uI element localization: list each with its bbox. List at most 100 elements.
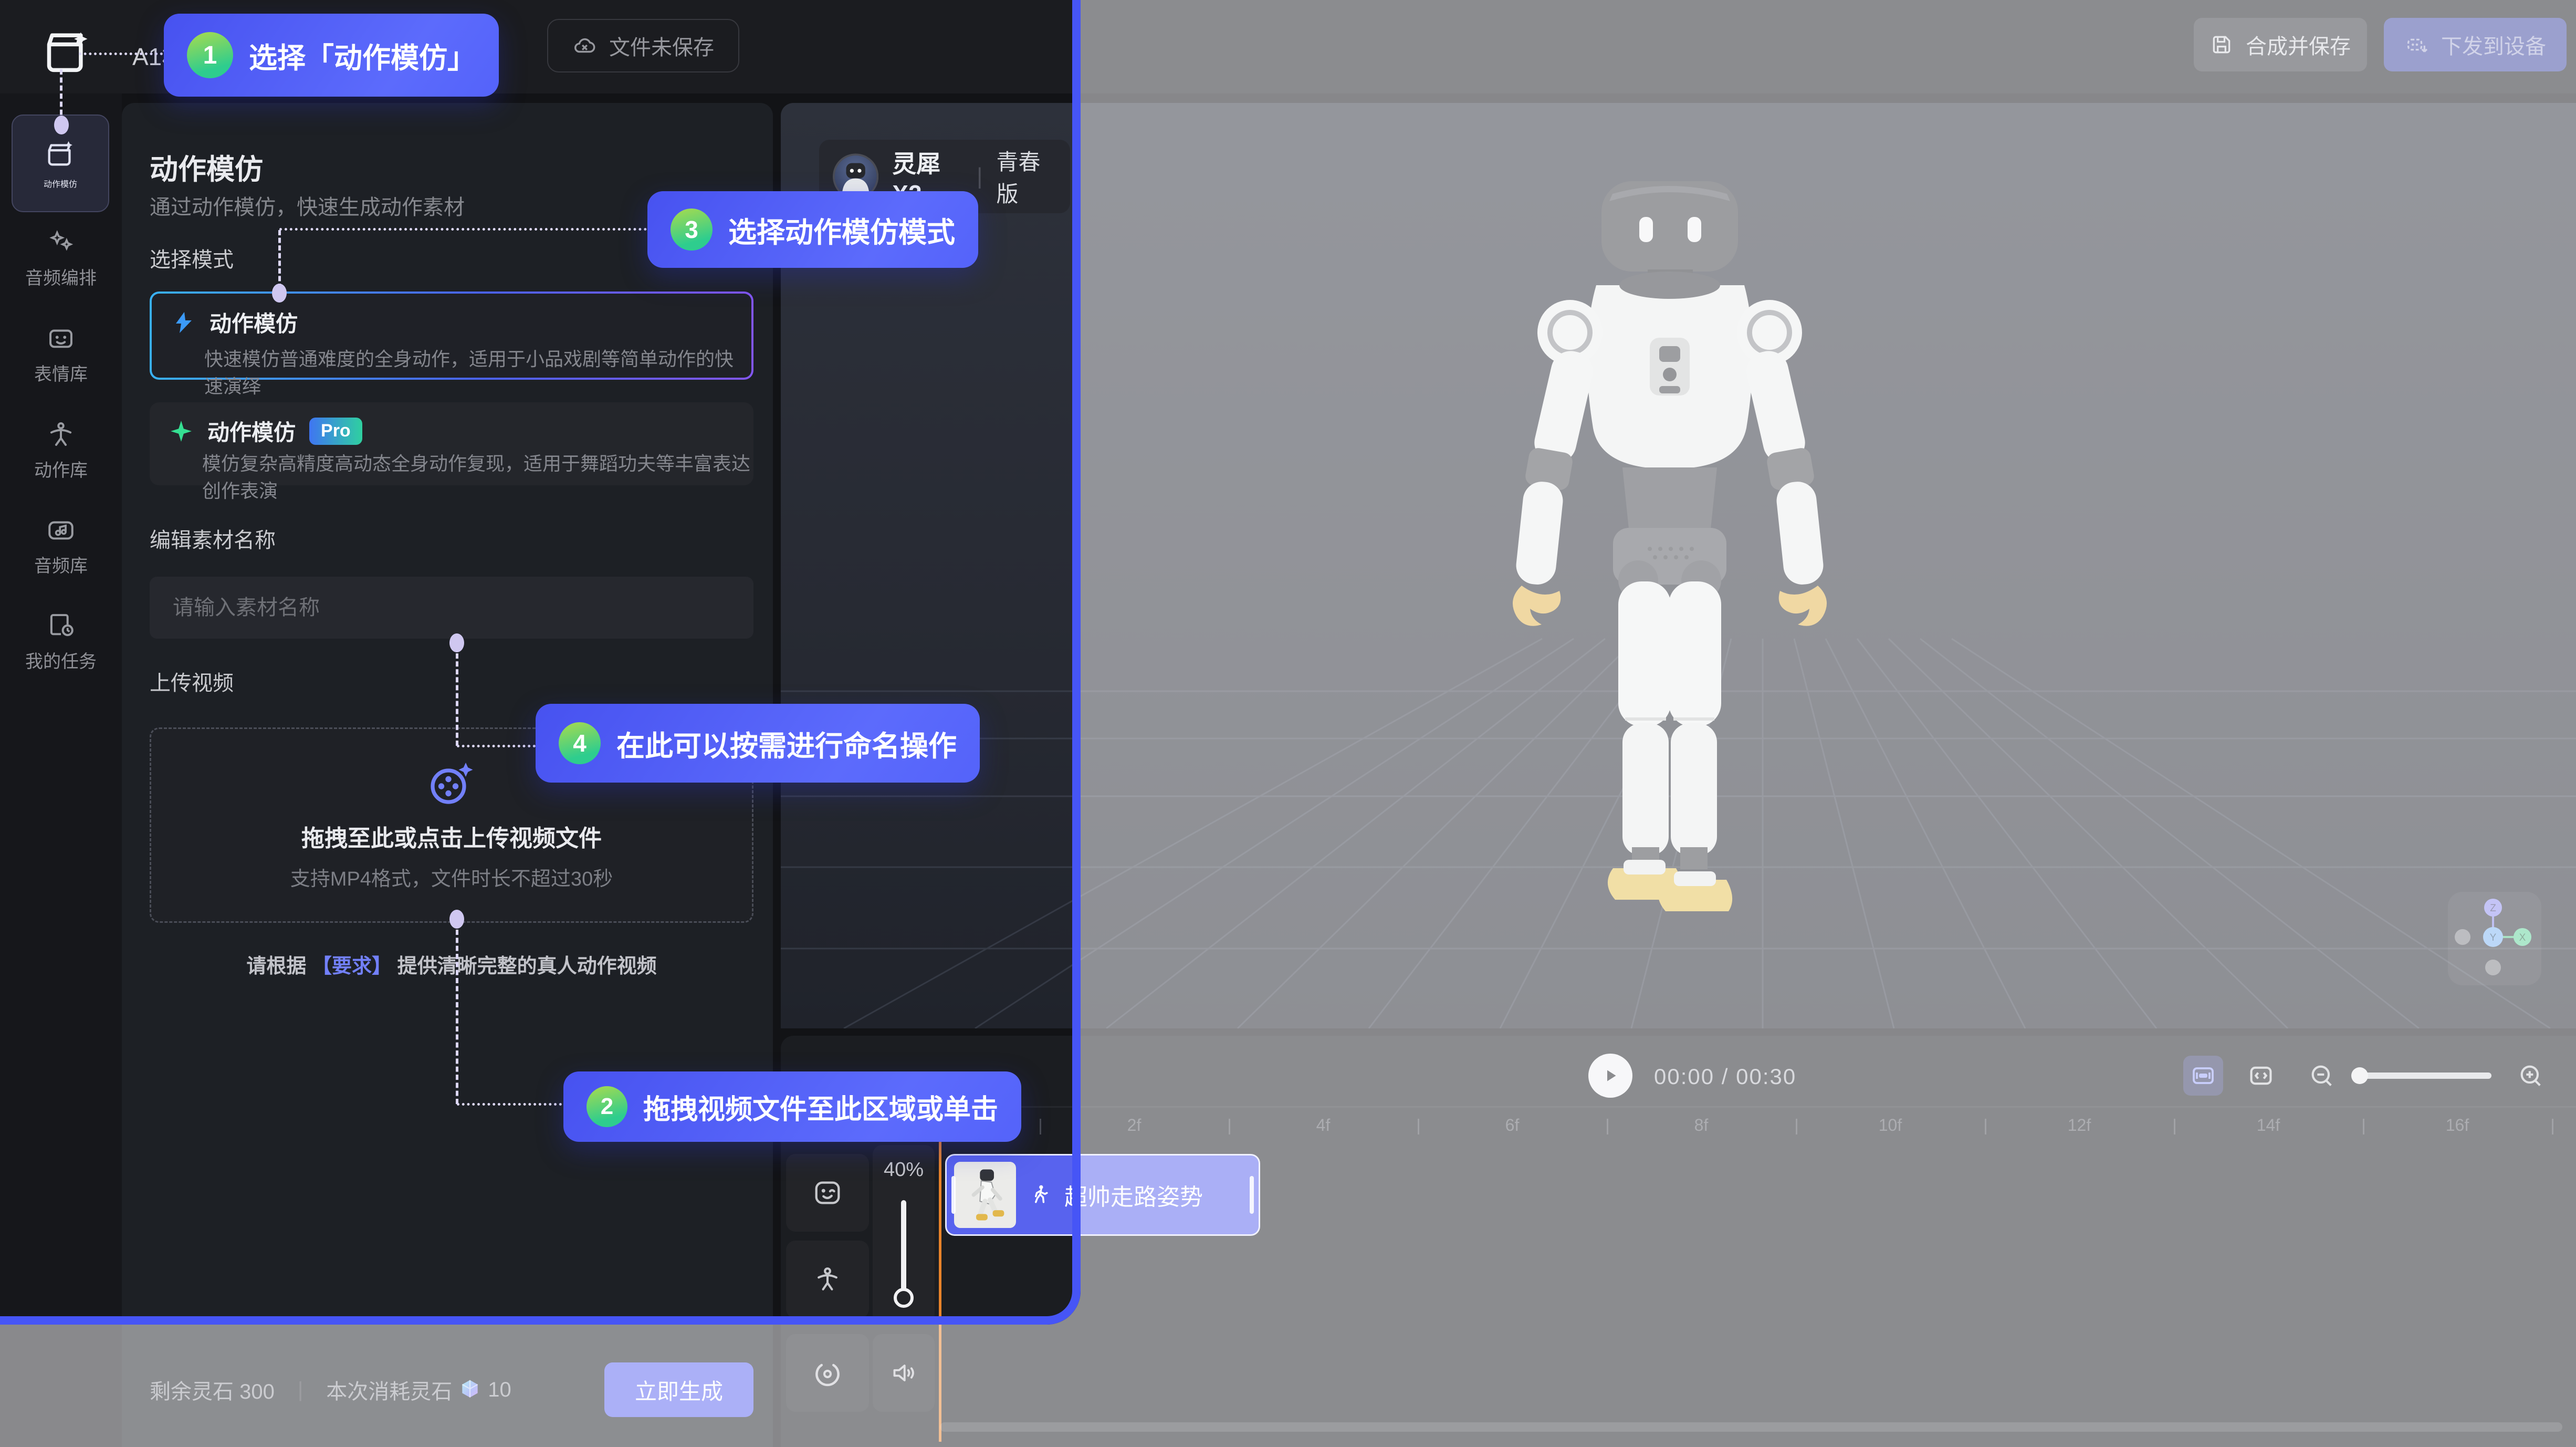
file-unsaved-status[interactable]: 文件未保存 — [547, 19, 739, 72]
tutorial-step-1: 1 选择「动作模仿」 — [164, 14, 499, 97]
connector-line — [457, 745, 536, 747]
sidebar-item-label: 动作模仿 — [44, 177, 77, 190]
app-logo-icon — [43, 26, 91, 75]
tutorial-step-2: 2 拖拽视频文件至此区域或单击 — [563, 1071, 1021, 1142]
connector-line — [279, 228, 647, 231]
zoom-slider-handle[interactable] — [2351, 1067, 2368, 1084]
robot-edition-badge: 青春版 — [996, 144, 1056, 209]
lightning-icon — [171, 310, 196, 335]
connector-dot — [54, 116, 69, 134]
music-library-icon — [46, 515, 76, 545]
ruler-tick — [2174, 1119, 2175, 1134]
tutorial-step-3: 3 选择动作模仿模式 — [647, 191, 978, 268]
sidebar-item-motion-library[interactable]: 动作库 — [0, 419, 122, 482]
intensity-slider-handle[interactable] — [894, 1288, 914, 1308]
expand-horizontal-button[interactable] — [2241, 1056, 2281, 1096]
upload-requirement-note: 请根据 【要求】 提供清晰完整的真人动作视频 — [150, 950, 753, 978]
zoom-out-button[interactable] — [2302, 1056, 2342, 1096]
material-name-input[interactable] — [150, 577, 753, 639]
clip-thumbnail — [954, 1162, 1016, 1228]
connector-line — [456, 653, 458, 746]
volume-button[interactable] — [873, 1334, 935, 1412]
generate-button[interactable]: 立即生成 — [604, 1362, 753, 1417]
audio-track-button[interactable] — [786, 1334, 869, 1412]
upload-title: 拖拽至此或点击上传视频文件 — [301, 819, 602, 853]
ruler-label: 10f — [1879, 1116, 1902, 1135]
axis-z-label: Z — [2490, 903, 2496, 914]
auto-fit-toggle[interactable] — [2183, 1056, 2223, 1096]
sidebar-item-audio-library[interactable]: 音频库 — [0, 515, 122, 577]
ruler-label: 12f — [2068, 1116, 2091, 1135]
step-number-badge: 3 — [671, 209, 713, 251]
sidebar-item-label: 音频库 — [34, 551, 88, 577]
chip-divider: | — [977, 163, 982, 190]
ruler-tick — [1607, 1119, 1608, 1134]
humanoid-robot — [1465, 181, 1875, 938]
panel-subtitle: 通过动作模仿，快速生成动作素材 — [150, 190, 465, 221]
upload-subtitle: 支持MP4格式，文件时长不超过30秒 — [290, 862, 613, 891]
sidebar-item-expression-library[interactable]: 表情库 — [0, 323, 122, 386]
sidebar-item-label: 动作库 — [34, 456, 88, 482]
mode-desc: 模仿复杂高精度高动态全身动作复现，适用于舞蹈功夫等丰富表达创作表演 — [202, 449, 753, 503]
requirement-link[interactable]: 【要求】 — [312, 955, 392, 977]
dial-icon — [812, 1357, 843, 1389]
time-display: 00:00 / 00:30 — [1654, 1064, 1796, 1089]
play-button[interactable] — [1588, 1054, 1632, 1098]
zoom-in-button[interactable] — [2511, 1056, 2551, 1096]
generate-footer: 剩余灵石 300 | 本次消耗灵石 10 立即生成 — [150, 1362, 753, 1417]
axis-y-label: Y — [2490, 932, 2497, 943]
cost-gems-value: 10 — [488, 1378, 511, 1402]
panel-title: 动作模仿 — [150, 146, 263, 188]
sidebar-item-label: 我的任务 — [25, 647, 97, 673]
ruler-label: 4f — [1316, 1116, 1331, 1135]
deploy-to-device-button[interactable]: 下发到设备 — [2384, 18, 2567, 71]
tutorial-step-4: 4 在此可以按需进行命名操作 — [536, 704, 980, 783]
timeline-zoom-slider[interactable] — [2352, 1073, 2491, 1079]
ruler-label: 2f — [1127, 1116, 1142, 1135]
timeline-divider — [781, 1106, 2576, 1108]
name-section-label: 编辑素材名称 — [150, 523, 276, 554]
connector-dot — [272, 284, 287, 303]
film-reel-icon — [426, 759, 477, 810]
intensity-slider-track[interactable] — [901, 1200, 906, 1300]
zoom-out-icon — [2308, 1062, 2336, 1089]
mode-card-pro[interactable]: 动作模仿 Pro 模仿复杂高精度高动态全身动作复现，适用于舞蹈功夫等丰富表达创作… — [150, 402, 753, 485]
cloud-x-icon — [572, 34, 596, 58]
step-text: 选择动作模仿模式 — [728, 209, 955, 251]
ruler-label: 16f — [2446, 1116, 2469, 1135]
play-icon — [1601, 1066, 1620, 1085]
connector-line — [456, 930, 458, 1104]
wink-face-icon — [811, 1177, 844, 1209]
sidebar-item-label: 音频编排 — [25, 264, 97, 289]
clip-left-handle[interactable] — [951, 1176, 956, 1214]
body-icon — [812, 1264, 843, 1295]
mode-card-standard[interactable]: 动作模仿 快速模仿普通难度的全身动作，适用于小品戏剧等简单动作的快速演绎 — [150, 292, 753, 380]
motion-clip[interactable]: 超帅走路姿势 — [945, 1154, 1260, 1236]
save-button[interactable]: 合成并保存 — [2194, 18, 2367, 71]
step-number-badge: 1 — [187, 32, 233, 78]
ruler-tick — [2552, 1119, 2553, 1134]
axis-x-label: X — [2519, 932, 2526, 943]
connector-dot — [449, 910, 464, 929]
mode-section-label: 选择模式 — [150, 243, 234, 273]
clip-right-handle[interactable] — [1250, 1176, 1254, 1214]
mode-title: 动作模仿 — [210, 306, 298, 338]
ruler-label: 14f — [2257, 1116, 2280, 1135]
sidebar-item-my-tasks[interactable]: 我的任务 — [0, 610, 122, 673]
remaining-gems-label: 剩余灵石 300 — [150, 1375, 275, 1405]
connector-dot — [449, 633, 464, 652]
timeline-horizontal-scrollbar[interactable] — [940, 1422, 2562, 1432]
motion-track-button[interactable] — [786, 1241, 869, 1318]
step-number-badge: 2 — [587, 1086, 627, 1127]
ruler-label: 8f — [1694, 1116, 1709, 1135]
step-text: 在此可以按需进行命名操作 — [616, 723, 957, 764]
expression-track-button[interactable] — [786, 1154, 869, 1232]
floppy-icon — [2210, 33, 2233, 56]
task-list-icon — [46, 610, 76, 641]
app-window: A1机 文件未保存 合成并保存 下发到设备 动作模仿 — [0, 0, 2576, 1447]
timeline-playhead[interactable] — [939, 1109, 941, 1442]
robot-face-icon — [46, 323, 76, 353]
fit-clip-icon — [2191, 1063, 2216, 1088]
connector-line — [60, 69, 62, 123]
sidebar-item-audio-arrange[interactable]: 音频编排 — [0, 227, 122, 289]
